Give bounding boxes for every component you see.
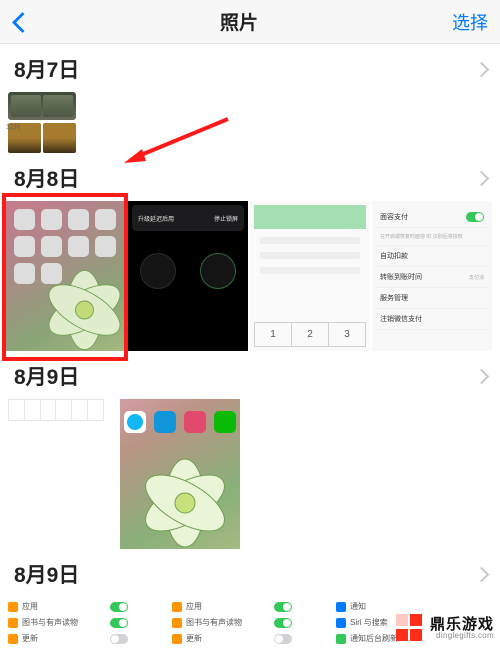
wallpaper-flower xyxy=(37,265,126,351)
thumbnail-pay-settings[interactable]: 面容支付 在开启或恢复时面容 ID 识别后将授权 自动扣款 转账到账时间支付消 … xyxy=(372,201,492,351)
section-header-aug9b[interactable]: 8月9日 xyxy=(0,549,500,597)
cell: 1 xyxy=(255,323,292,346)
page-title: 照片 xyxy=(220,8,258,35)
label: 支付消 xyxy=(469,274,484,281)
thumbnail-homescreen[interactable] xyxy=(6,201,126,351)
label: 图书与有声读物 xyxy=(22,617,78,628)
watermark-text-cn: 鼎乐游戏 xyxy=(430,617,494,632)
thumbnail-row-aug9a xyxy=(0,399,500,549)
toggle-icon xyxy=(466,212,484,222)
thumbnail-homescreen-2[interactable] xyxy=(120,399,240,549)
section-header-aug8[interactable]: 8月8日 xyxy=(0,153,500,201)
wallpaper-flower xyxy=(130,453,240,553)
section-header-aug7[interactable]: 8月7日 xyxy=(0,44,500,92)
label: 停止锁屏 xyxy=(214,214,238,223)
label: 服务管理 xyxy=(380,293,408,303)
watermark-text-en: dinglegifts.com xyxy=(436,632,494,640)
toggle-icon xyxy=(110,634,128,644)
toggle-icon xyxy=(110,618,128,628)
annotation-arrow xyxy=(118,115,233,165)
section-title: 8月9日 xyxy=(14,559,79,589)
nav-header: 照片 选择 xyxy=(0,0,500,44)
watermark-logo xyxy=(396,614,424,642)
toggle-icon xyxy=(274,618,292,628)
label: 升级延迟后用 xyxy=(138,214,174,223)
app-icon xyxy=(124,411,146,433)
label: 图书与有声读物 xyxy=(186,617,242,628)
thumbnail-settings-col[interactable]: 应用 图书与有声读物 更新 xyxy=(172,601,292,649)
app-icon xyxy=(154,411,176,433)
label: 通知后台刷新 xyxy=(350,633,398,644)
app-icon xyxy=(214,411,236,433)
thumbnail-row-aug8: 升级延迟后用 停止锁屏 1 2 3 面容支付 在开启或恢复时面容 ID 识别后将授… xyxy=(0,201,500,351)
app-icon xyxy=(184,411,206,433)
back-icon[interactable] xyxy=(12,11,26,33)
label: Siri 与搜索 xyxy=(350,617,388,628)
label: 在开启或恢复时面容 ID 识别后将授权 xyxy=(380,233,463,240)
label: 应用 xyxy=(22,601,38,612)
label: 应用 xyxy=(186,601,202,612)
thumbnail-aug7[interactable]: 12月 xyxy=(8,92,76,153)
cell: 3 xyxy=(329,323,365,346)
label: 面容支付 xyxy=(380,212,408,222)
section-title: 8月9日 xyxy=(14,361,79,391)
chevron-right-icon xyxy=(476,169,486,187)
label: 更新 xyxy=(186,633,202,644)
label: 转账到账时间 xyxy=(380,272,422,282)
chevron-right-icon xyxy=(476,367,486,385)
section-title: 8月8日 xyxy=(14,163,79,193)
label: 通知 xyxy=(350,601,366,612)
thumbnail-dark-settings[interactable]: 升级延迟后用 停止锁屏 xyxy=(128,201,248,351)
thumbnail-settings-col[interactable]: 应用 图书与有声读物 更新 xyxy=(8,601,128,649)
thumbnail-empty-table[interactable] xyxy=(8,399,104,421)
label: 自动扣款 xyxy=(380,251,408,261)
toggle-icon xyxy=(274,634,292,644)
label: 注销微信支付 xyxy=(380,314,422,324)
section-header-aug9a[interactable]: 8月9日 xyxy=(0,351,500,399)
cell: 2 xyxy=(292,323,329,346)
chevron-right-icon xyxy=(476,60,486,78)
section-title: 8月7日 xyxy=(14,54,79,84)
chevron-right-icon xyxy=(476,565,486,583)
thumbnail-calendar[interactable]: 1 2 3 xyxy=(250,201,370,351)
thumb-caption: 12月 xyxy=(6,122,21,132)
label: 更新 xyxy=(22,633,38,644)
select-button[interactable]: 选择 xyxy=(452,9,488,35)
watermark: 鼎乐游戏 dinglegifts.com xyxy=(396,614,494,642)
toggle-icon xyxy=(110,602,128,612)
toggle-icon xyxy=(274,602,292,612)
